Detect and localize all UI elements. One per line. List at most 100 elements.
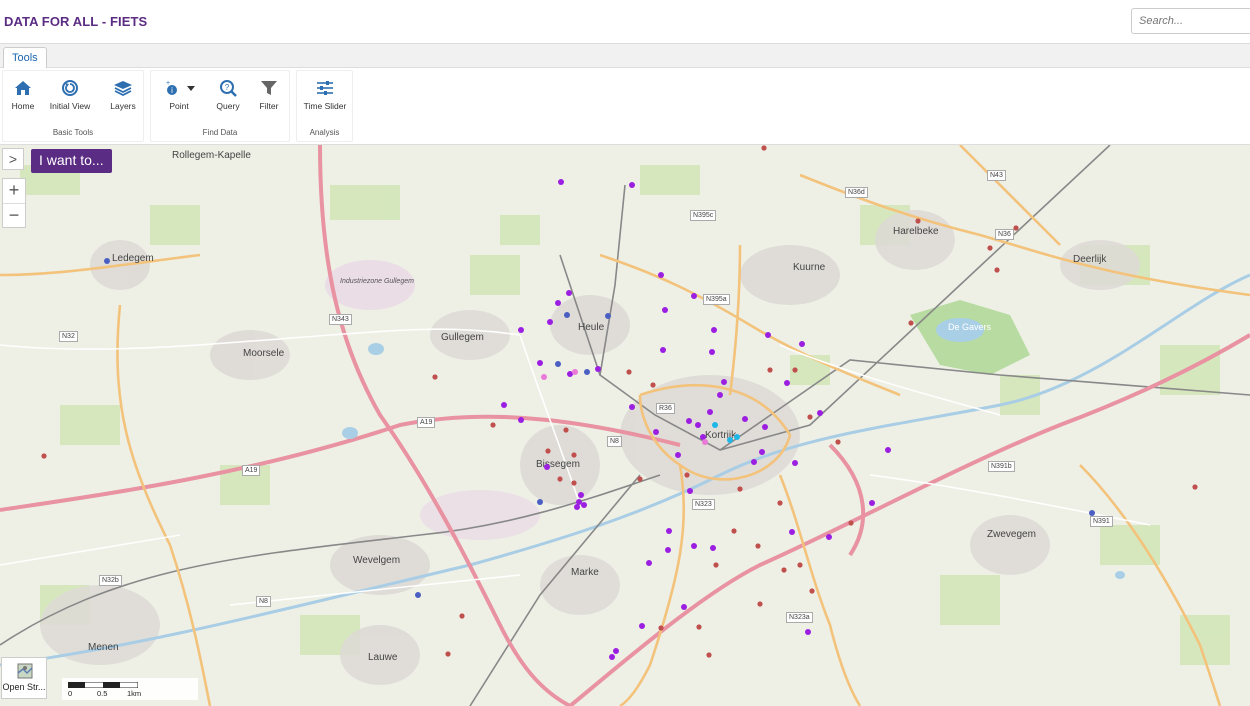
data-point-marker[interactable] — [915, 218, 921, 224]
data-point-marker[interactable] — [709, 349, 715, 355]
data-point-marker[interactable] — [908, 320, 914, 326]
data-point-marker[interactable] — [799, 341, 805, 347]
data-point-marker[interactable] — [609, 654, 615, 660]
data-point-marker[interactable] — [501, 402, 507, 408]
data-point-marker[interactable] — [792, 460, 798, 466]
data-point-marker[interactable] — [805, 629, 811, 635]
data-point-marker[interactable] — [571, 452, 577, 458]
data-point-marker[interactable] — [707, 409, 713, 415]
data-point-marker[interactable] — [518, 327, 524, 333]
data-point-marker[interactable] — [555, 361, 561, 367]
data-point-marker[interactable] — [566, 290, 572, 296]
query-button[interactable]: ? Query — [213, 79, 243, 111]
data-point-marker[interactable] — [869, 500, 875, 506]
data-point-marker[interactable] — [557, 476, 563, 482]
data-point-marker[interactable] — [695, 422, 701, 428]
data-point-marker[interactable] — [765, 332, 771, 338]
data-point-marker[interactable] — [727, 437, 733, 443]
data-point-marker[interactable] — [762, 424, 768, 430]
tab-tools[interactable]: Tools — [3, 47, 47, 69]
data-point-marker[interactable] — [706, 652, 712, 658]
data-point-marker[interactable] — [731, 528, 737, 534]
data-point-marker[interactable] — [544, 464, 550, 470]
data-point-marker[interactable] — [581, 502, 587, 508]
data-point-marker[interactable] — [713, 562, 719, 568]
data-point-marker[interactable] — [650, 382, 656, 388]
data-point-marker[interactable] — [792, 367, 798, 373]
data-point-marker[interactable] — [784, 380, 790, 386]
data-point-marker[interactable] — [432, 374, 438, 380]
data-point-marker[interactable] — [681, 604, 687, 610]
data-point-marker[interactable] — [712, 422, 718, 428]
data-point-marker[interactable] — [759, 449, 765, 455]
data-point-marker[interactable] — [518, 417, 524, 423]
data-point-marker[interactable] — [826, 534, 832, 540]
layers-button[interactable]: Layers — [107, 79, 139, 111]
data-point-marker[interactable] — [987, 245, 993, 251]
data-point-marker[interactable] — [691, 543, 697, 549]
data-point-marker[interactable] — [665, 547, 671, 553]
data-point-marker[interactable] — [658, 625, 664, 631]
time-slider-button[interactable]: Time Slider — [301, 79, 349, 111]
data-point-marker[interactable] — [660, 347, 666, 353]
data-point-marker[interactable] — [637, 476, 643, 482]
data-point-marker[interactable] — [737, 486, 743, 492]
data-point-marker[interactable] — [555, 300, 561, 306]
data-point-marker[interactable] — [809, 588, 815, 594]
filter-button[interactable]: Filter — [255, 79, 283, 111]
data-point-marker[interactable] — [658, 272, 664, 278]
basemap-switch-button[interactable]: Open Str... — [1, 657, 47, 699]
data-point-marker[interactable] — [1013, 225, 1019, 231]
data-point-marker[interactable] — [684, 472, 690, 478]
data-point-marker[interactable] — [797, 562, 803, 568]
data-point-marker[interactable] — [710, 545, 716, 551]
data-point-marker[interactable] — [545, 448, 551, 454]
home-button[interactable]: Home — [9, 79, 37, 111]
i-want-to-button[interactable]: I want to... — [31, 149, 112, 173]
data-point-marker[interactable] — [41, 453, 47, 459]
data-point-marker[interactable] — [755, 543, 761, 549]
data-point-marker[interactable] — [571, 480, 577, 486]
data-point-marker[interactable] — [687, 488, 693, 494]
data-point-marker[interactable] — [686, 418, 692, 424]
data-point-marker[interactable] — [445, 651, 451, 657]
data-point-marker[interactable] — [781, 567, 787, 573]
data-point-marker[interactable] — [537, 499, 543, 505]
data-point-marker[interactable] — [537, 360, 543, 366]
data-point-marker[interactable] — [835, 439, 841, 445]
data-point-marker[interactable] — [646, 560, 652, 566]
data-point-marker[interactable] — [626, 369, 632, 375]
data-point-marker[interactable] — [761, 145, 767, 151]
data-point-marker[interactable] — [675, 452, 681, 458]
data-point-marker[interactable] — [558, 179, 564, 185]
map-view[interactable]: Rollegem-Kapelle Ledegem Moorsele Gulleg… — [0, 145, 1250, 706]
data-point-marker[interactable] — [885, 447, 891, 453]
data-point-marker[interactable] — [994, 267, 1000, 273]
point-button[interactable]: i + Point — [161, 79, 197, 111]
data-point-marker[interactable] — [584, 369, 590, 375]
data-point-marker[interactable] — [415, 592, 421, 598]
data-point-marker[interactable] — [666, 528, 672, 534]
data-point-marker[interactable] — [696, 624, 702, 630]
data-point-marker[interactable] — [605, 313, 611, 319]
expand-panel-button[interactable]: > — [2, 148, 24, 170]
data-point-marker[interactable] — [541, 374, 547, 380]
data-point-marker[interactable] — [848, 520, 854, 526]
data-point-marker[interactable] — [595, 366, 601, 372]
data-point-marker[interactable] — [742, 416, 748, 422]
data-point-marker[interactable] — [547, 319, 553, 325]
data-point-marker[interactable] — [817, 410, 823, 416]
data-point-marker[interactable] — [653, 429, 659, 435]
zoom-out-button[interactable]: − — [3, 203, 25, 227]
data-point-marker[interactable] — [1192, 484, 1198, 490]
data-point-marker[interactable] — [711, 327, 717, 333]
data-point-marker[interactable] — [104, 258, 110, 264]
initial-view-button[interactable]: Initial View — [47, 79, 93, 111]
data-point-marker[interactable] — [639, 623, 645, 629]
data-point-marker[interactable] — [490, 422, 496, 428]
data-point-marker[interactable] — [1089, 510, 1095, 516]
data-point-marker[interactable] — [564, 312, 570, 318]
data-point-marker[interactable] — [629, 182, 635, 188]
data-point-marker[interactable] — [563, 427, 569, 433]
data-point-marker[interactable] — [572, 369, 578, 375]
